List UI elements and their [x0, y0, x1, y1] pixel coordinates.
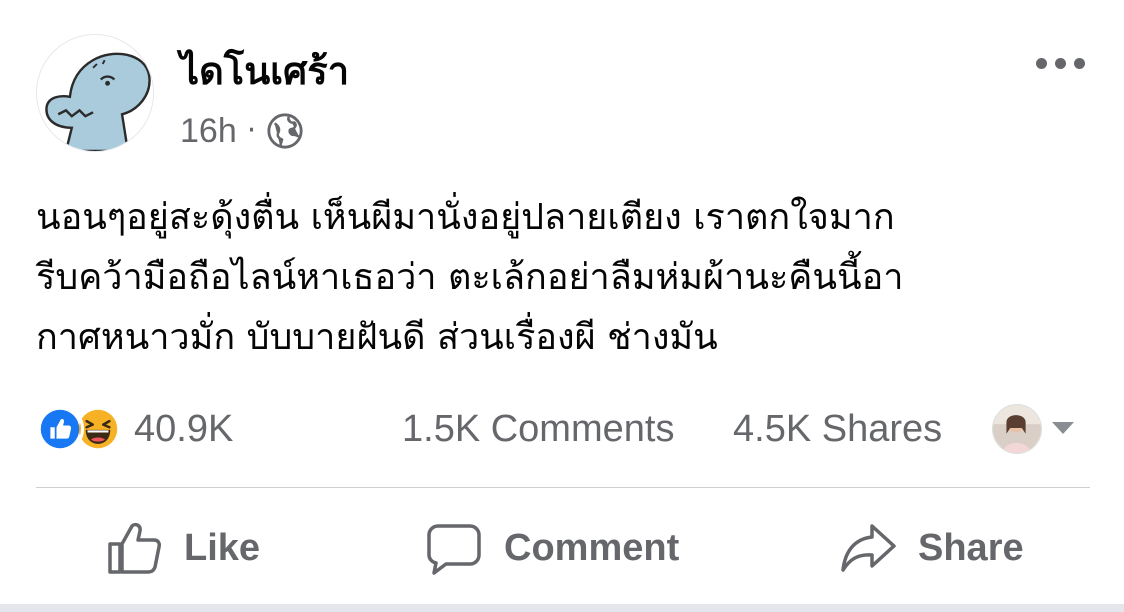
share-arrow-icon	[841, 524, 896, 572]
dinosaur-avatar-icon	[37, 35, 153, 151]
share-button[interactable]: Share	[838, 500, 1024, 596]
more-dot	[1055, 57, 1066, 69]
reactions-summary[interactable]: 40.9K	[36, 402, 233, 456]
reaction-count: 40.9K	[134, 408, 234, 450]
more-dot	[1036, 57, 1047, 69]
post-meta: 16h ·	[180, 108, 304, 154]
post-text-line: รีบคว้ามือถือไลน์หาเธอว่า ตะเล้กอย่าลืมห…	[36, 257, 904, 298]
facebook-post: ไดโนเศร้า 16h · นอนๆอยู่สะดุ้งตื่น เห็นผ…	[0, 0, 1124, 612]
post-text-line: กาศหนาวมั่ก บับบายฝันดี ส่วนเรื่องผี ช่า…	[36, 317, 718, 358]
chevron-down-icon[interactable]	[1052, 422, 1074, 434]
post-text: นอนๆอยู่สะดุ้งตื่น เห็นผีมานั่งอยู่ปลายเ…	[36, 188, 1096, 368]
share-label: Share	[918, 527, 1024, 569]
author-avatar[interactable]	[36, 34, 154, 152]
meta-separator: ·	[246, 113, 257, 148]
globe-icon[interactable]	[266, 112, 304, 150]
author-name[interactable]: ไดโนเศร้า	[180, 46, 349, 96]
comments-count[interactable]: 1.5K Comments	[402, 402, 674, 456]
like-label: Like	[184, 527, 261, 569]
more-options-icon[interactable]	[1036, 52, 1092, 74]
like-button[interactable]: Like	[104, 500, 260, 596]
viewer-photo-icon	[993, 405, 1041, 453]
post-text-line: นอนๆอยู่สะดุ้งตื่น เห็นผีมานั่งอยู่ปลายเ…	[36, 197, 895, 238]
feed-separator	[0, 604, 1124, 612]
engagement-stats: 40.9K 1.5K Comments 4.5K Shares	[36, 402, 1092, 456]
viewer-avatar[interactable]	[992, 404, 1042, 454]
comment-bubble-icon	[427, 524, 481, 575]
post-actions: Like Comment Share	[0, 500, 1124, 596]
like-reaction-icon	[36, 405, 84, 453]
more-dot	[1074, 57, 1085, 69]
post-timestamp[interactable]: 16h	[180, 108, 237, 154]
shares-count[interactable]: 4.5K Shares	[733, 402, 942, 456]
comment-label: Comment	[504, 527, 680, 569]
comment-button[interactable]: Comment	[424, 500, 679, 596]
thumbs-up-icon	[108, 522, 161, 574]
divider	[36, 487, 1090, 488]
